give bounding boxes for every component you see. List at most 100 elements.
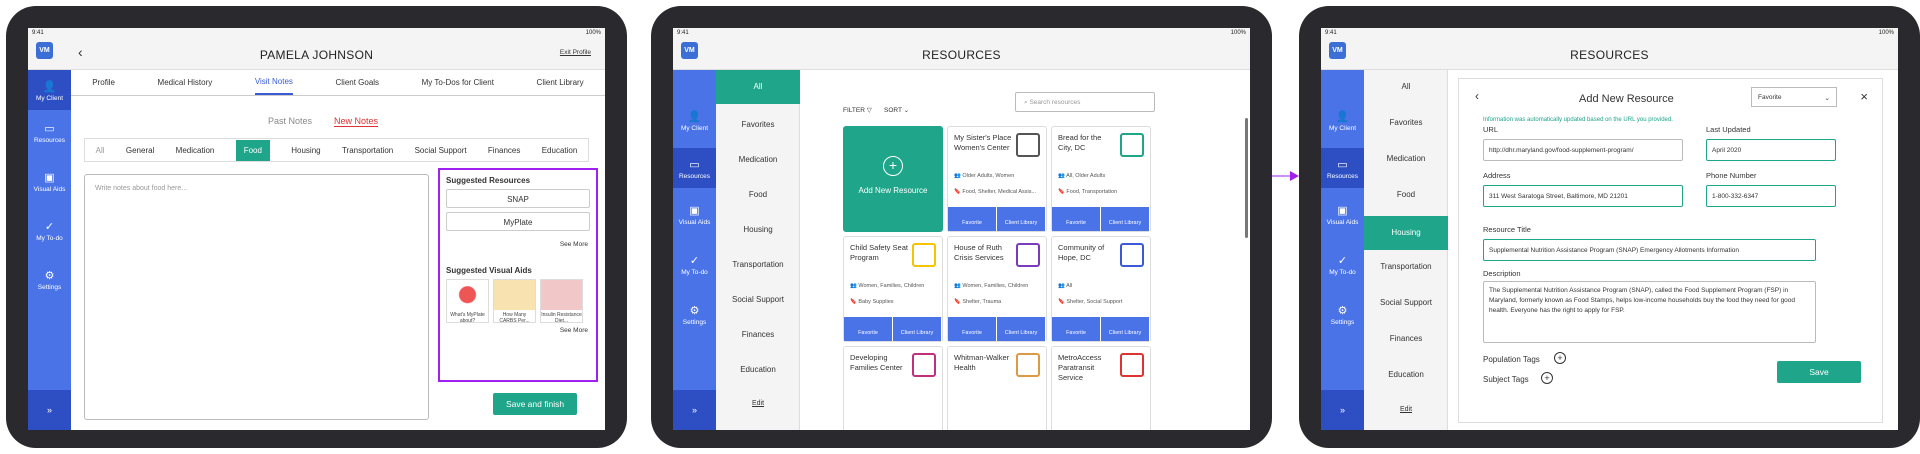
favorite-button[interactable]: Favorite: [1052, 207, 1101, 231]
save-button[interactable]: Save: [1777, 361, 1861, 383]
description-field[interactable]: The Supplemental Nutrition Assistance Pr…: [1483, 281, 1816, 343]
cat-housing[interactable]: Housing: [291, 146, 320, 155]
rail-settings[interactable]: ⚙ Settings: [673, 304, 716, 326]
phone-field[interactable]: 1-800-332-6347: [1706, 185, 1836, 207]
tab-medical-history[interactable]: Medical History: [158, 78, 213, 87]
favorite-select[interactable]: Favorite ⌄: [1751, 87, 1837, 107]
resource-myplate[interactable]: MyPlate: [446, 212, 590, 231]
tab-my-todos[interactable]: My To-Dos for Client: [422, 78, 494, 87]
favorite-button[interactable]: Favorite: [948, 317, 997, 341]
side-social-support[interactable]: Social Support: [716, 295, 800, 304]
rail-visual-aids[interactable]: ▣ Visual Aids: [28, 171, 71, 193]
cat-medication[interactable]: Medication: [176, 146, 215, 155]
side-education[interactable]: Education: [716, 365, 800, 374]
favorite-button[interactable]: Favorite: [948, 207, 997, 231]
side-finances[interactable]: Finances: [1364, 334, 1448, 343]
close-icon[interactable]: ×: [1860, 89, 1868, 104]
resource-title-field[interactable]: Supplemental Nutrition Assistance Progra…: [1483, 239, 1816, 261]
tab-profile[interactable]: Profile: [92, 78, 115, 87]
side-transportation[interactable]: Transportation: [716, 260, 800, 269]
search-input[interactable]: ⌕ Search resources: [1015, 92, 1155, 112]
side-medication[interactable]: Medication: [1364, 154, 1448, 163]
exit-profile-link[interactable]: Exit Profile: [560, 49, 591, 56]
rail-my-client[interactable]: 👤 My Client: [1321, 110, 1364, 132]
resource-snap[interactable]: SNAP: [446, 189, 590, 208]
resource-card[interactable]: Bread for the City, DC 👥 All, Older Adult…: [1051, 126, 1151, 232]
client-library-button[interactable]: Client Library: [997, 207, 1046, 231]
resource-card[interactable]: Developing Families Center: [843, 346, 943, 430]
side-education[interactable]: Education: [1364, 370, 1448, 379]
side-housing[interactable]: Housing: [716, 225, 800, 234]
side-social-support[interactable]: Social Support: [1364, 298, 1448, 307]
filter-button[interactable]: FILTER ▽: [843, 106, 872, 114]
cat-finances[interactable]: Finances: [488, 146, 520, 155]
add-population-tag-icon[interactable]: +: [1554, 352, 1566, 364]
add-new-resource-button[interactable]: + Add New Resource: [843, 126, 943, 232]
cat-food[interactable]: Food: [235, 139, 270, 161]
side-food[interactable]: Food: [716, 190, 800, 199]
url-field[interactable]: http://dhr.maryland.gov/food-supplement-…: [1483, 139, 1683, 161]
rail-my-todo[interactable]: ✓ My To-do: [673, 254, 716, 276]
side-medication[interactable]: Medication: [716, 155, 800, 164]
cat-social-support[interactable]: Social Support: [415, 146, 467, 155]
back-icon[interactable]: ‹: [1475, 89, 1479, 103]
resource-card[interactable]: House of Ruth Crisis Services 👥 Women, Fa…: [947, 236, 1047, 342]
notes-textarea[interactable]: Write notes about food here...: [84, 174, 429, 420]
expand-icon[interactable]: »: [673, 390, 716, 430]
edit-link[interactable]: Edit: [716, 400, 800, 407]
tab-past-notes[interactable]: Past Notes: [268, 116, 312, 126]
scrollbar[interactable]: [1245, 118, 1248, 238]
visual-aid-item[interactable]: Insulin Resistance Diet...: [540, 279, 583, 324]
visual-aid-item[interactable]: What's MyPlate about?: [446, 279, 489, 324]
favorite-button[interactable]: Favorite: [844, 317, 893, 341]
tab-client-goals[interactable]: Client Goals: [335, 78, 379, 87]
expand-icon[interactable]: »: [1321, 390, 1364, 430]
rail-my-todo[interactable]: ✓ My To-do: [28, 220, 71, 242]
rail-visual-aids[interactable]: ▣ Visual Aids: [673, 204, 716, 226]
sort-button[interactable]: SORT ⌄: [884, 106, 909, 114]
side-housing[interactable]: Housing: [1364, 216, 1448, 250]
rail-visual-aids[interactable]: ▣ Visual Aids: [1321, 204, 1364, 226]
resource-card[interactable]: Whitman-Walker Health: [947, 346, 1047, 430]
resource-card[interactable]: My Sister's Place Women's Center 👥 Older …: [947, 126, 1047, 232]
last-updated-field[interactable]: April 2020: [1706, 139, 1836, 161]
side-all[interactable]: All: [716, 70, 800, 104]
rail-my-client[interactable]: 👤 My Client: [28, 70, 71, 110]
visual-aid-item[interactable]: How Many CARBS Per...: [493, 279, 536, 324]
tab-visit-notes[interactable]: Visit Notes: [254, 70, 293, 95]
add-subject-tag-icon[interactable]: +: [1541, 372, 1553, 384]
rail-settings[interactable]: ⚙ Settings: [1321, 304, 1364, 326]
rail-settings[interactable]: ⚙ Settings: [28, 269, 71, 291]
rail-resources[interactable]: ▭ Resources: [673, 148, 716, 188]
client-library-button[interactable]: Client Library: [893, 317, 942, 341]
cat-all[interactable]: All: [96, 146, 105, 155]
tab-new-notes[interactable]: New Notes: [334, 116, 379, 127]
expand-icon[interactable]: »: [28, 390, 71, 430]
tab-client-library[interactable]: Client Library: [537, 78, 584, 87]
side-all[interactable]: All: [1364, 82, 1448, 91]
client-library-button[interactable]: Client Library: [1101, 317, 1150, 341]
side-finances[interactable]: Finances: [716, 330, 800, 339]
cat-transportation[interactable]: Transportation: [342, 146, 393, 155]
resource-card[interactable]: Community of Hope, DC 👥 All 🔖 Shelter, Soc…: [1051, 236, 1151, 342]
side-favorites[interactable]: Favorites: [1364, 118, 1448, 127]
edit-link[interactable]: Edit: [1364, 406, 1448, 413]
rail-resources[interactable]: ▭ Resources: [28, 122, 71, 144]
side-food[interactable]: Food: [1364, 190, 1448, 199]
rail-my-client[interactable]: 👤 My Client: [673, 110, 716, 132]
address-field[interactable]: 311 West Saratoga Street, Baltimore, MD …: [1483, 185, 1683, 207]
see-more-link[interactable]: See More: [448, 241, 588, 248]
client-library-button[interactable]: Client Library: [997, 317, 1046, 341]
cat-general[interactable]: General: [126, 146, 154, 155]
side-transportation[interactable]: Transportation: [1364, 262, 1448, 271]
rail-resources[interactable]: ▭ Resources: [1321, 148, 1364, 188]
side-favorites[interactable]: Favorites: [716, 120, 800, 129]
favorite-button[interactable]: Favorite: [1052, 317, 1101, 341]
rail-my-todo[interactable]: ✓ My To-do: [1321, 254, 1364, 276]
resource-card[interactable]: Child Safety Seat Program 👥 Women, Famili…: [843, 236, 943, 342]
see-more-link[interactable]: See More: [448, 327, 588, 334]
save-and-finish-button[interactable]: Save and finish: [493, 393, 577, 415]
client-library-button[interactable]: Client Library: [1101, 207, 1150, 231]
resource-card[interactable]: MetroAccess Paratransit Service: [1051, 346, 1151, 430]
cat-education[interactable]: Education: [542, 146, 578, 155]
